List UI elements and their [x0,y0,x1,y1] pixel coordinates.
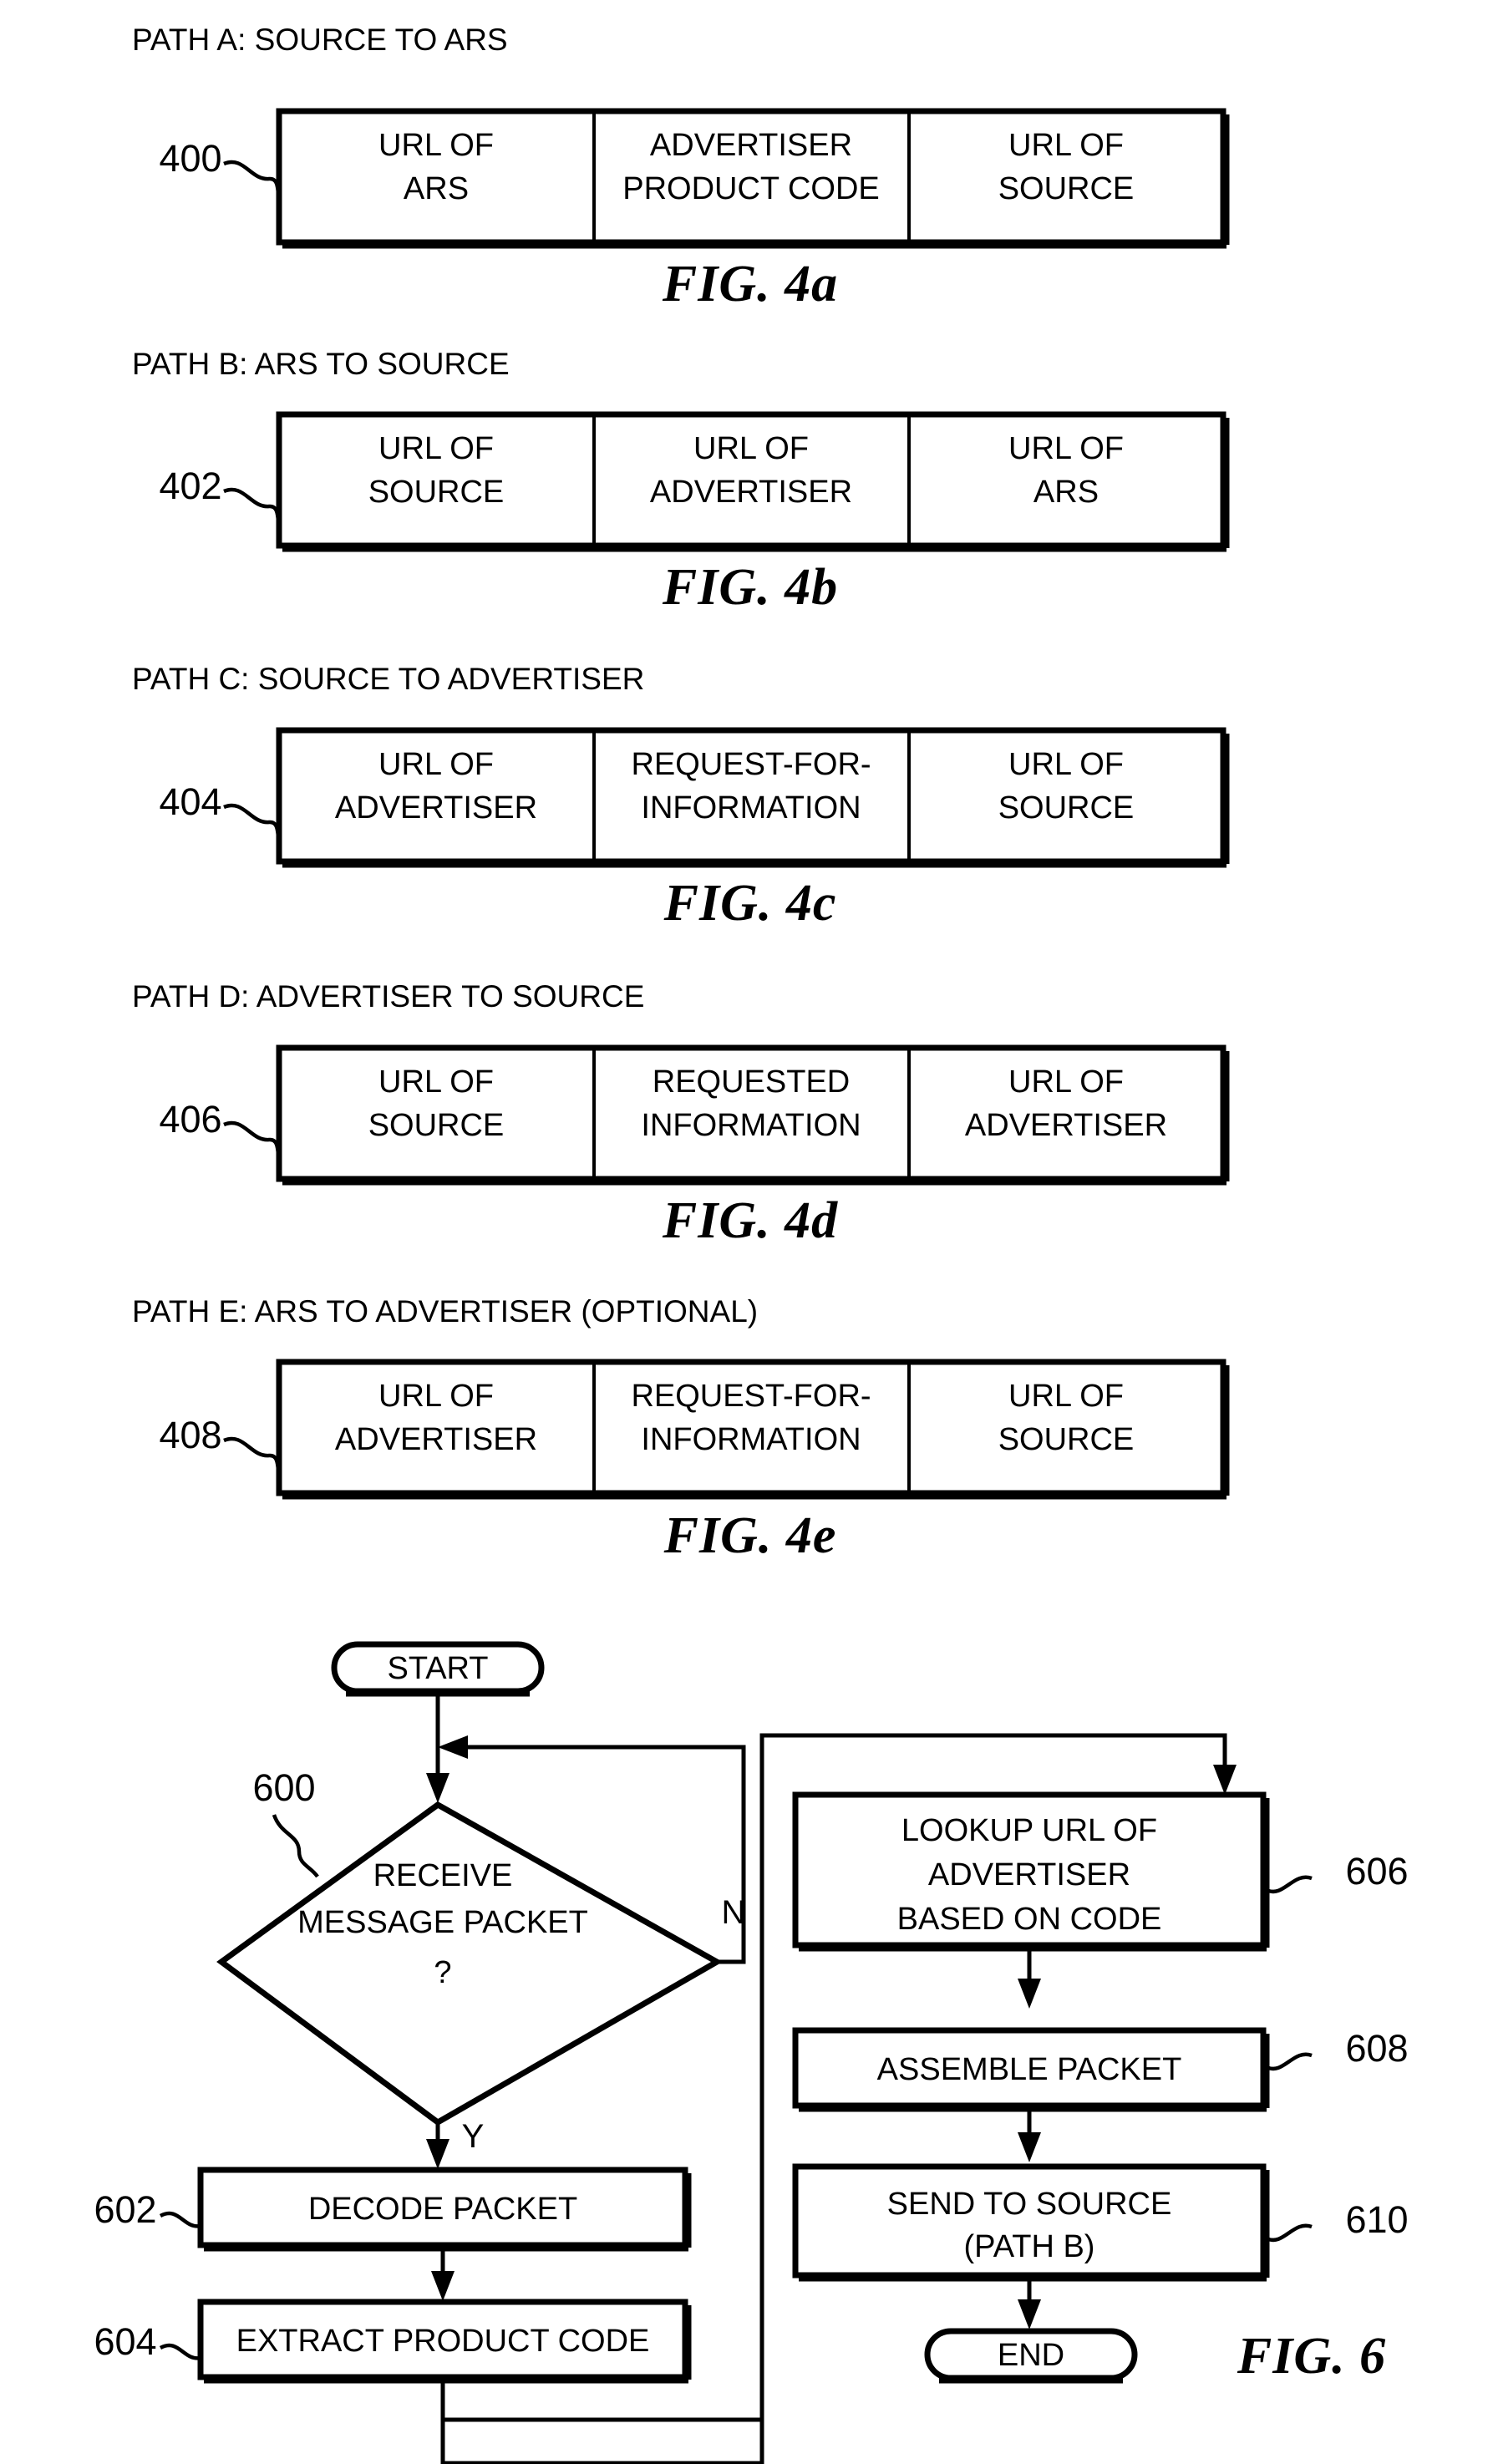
fig-4e-cell-2-line-1: REQUEST-FOR- [631,1379,871,1414]
fig-4a-cell-1-line-1: URL OF [378,128,494,163]
flow-arrowhead-into-decision [426,1773,449,1803]
fig-4b-cell-3-line-2: ARS [1033,475,1099,510]
flow-step-lookup-reference-numeral: 606 [1345,1850,1408,1892]
fig-4a-cell-2-line-1: ADVERTISER [650,128,852,163]
fig-4b-caption: FIG. 4b [662,559,838,616]
figure-4e: PATH E: ARS TO ADVERTISER (OPTIONAL) 408… [132,1294,1230,1564]
fig-6-caption: FIG. 6 [1237,2328,1386,2385]
flow-yes-label: Y [462,2118,485,2155]
flow-step-lookup-line-1: LOOKUP URL OF [901,1813,1157,1848]
fig-4c-cell-3-line-2: SOURCE [998,790,1135,826]
flow-decision-line-2: MESSAGE PACKET [297,1905,588,1940]
flow-arrowhead-into-assemble [1018,1979,1041,2009]
fig-4e-cell-2-line-2: INFORMATION [641,1422,861,1457]
flow-arrowhead-into-extract [431,2271,455,2301]
fig-4b-cell-3-line-1: URL OF [1008,431,1124,466]
flow-decision-diamond [216,1801,724,2126]
flow-step-decode-leader-line [159,2211,201,2228]
fig-4d-heading: PATH D: ADVERTISER TO SOURCE [132,979,644,1014]
fig-4a-caption: FIG. 4a [662,256,838,312]
fig-4d-cell-3-line-1: URL OF [1008,1064,1124,1100]
fig-4e-cell-3-line-2: SOURCE [998,1422,1135,1457]
flow-decision-line-3: ? [434,1955,451,1990]
fig-4e-caption: FIG. 4e [663,1507,837,1564]
fig-4d-leader-line [223,1120,282,1162]
flow-step-send-leader-line [1265,2223,1313,2243]
fig-4a-reference-numeral: 400 [159,137,221,180]
flow-step-send-reference-numeral: 610 [1345,2198,1408,2241]
fig-4a-cell-3-line-2: SOURCE [998,171,1135,206]
drawing-canvas: PATH A: SOURCE TO ARS 400 URL OF ARS ADV… [94,23,1409,2464]
flow-arrowhead-into-end [1018,2299,1041,2329]
flow-decision-line-1: RECEIVE [373,1858,513,1893]
flow-step-extract-reference-numeral: 604 [94,2320,156,2363]
flow-step-extract-label: EXTRACT PRODUCT CODE [236,2324,650,2359]
fig-4d-reference-numeral: 406 [159,1098,221,1141]
patent-drawing-sheet: PATH A: SOURCE TO ARS 400 URL OF ARS ADV… [0,0,1488,2464]
flow-step-lookup-leader-line [1265,1875,1313,1894]
fig-4c-heading: PATH C: SOURCE TO ADVERTISER [132,662,644,696]
flow-step-send-line-2: (PATH B) [964,2229,1095,2264]
fig-4e-leader-line [223,1436,282,1478]
fig-4b-cell-1-line-1: URL OF [378,431,494,466]
fig-4e-reference-numeral: 408 [159,1414,221,1456]
flow-arrowhead-into-lookup [1213,1765,1237,1795]
fig-4a-cell-1-line-2: ARS [404,171,469,206]
flow-step-lookup-line-3: BASED ON CODE [897,1902,1162,1937]
fig-4e-cell-1-line-2: ADVERTISER [335,1422,537,1457]
flow-step-assemble-reference-numeral: 608 [1345,2027,1408,2070]
fig-4b-heading: PATH B: ARS TO SOURCE [132,347,510,381]
fig-4d-cell-1-line-2: SOURCE [368,1108,505,1143]
fig-4c-cell-2-line-1: REQUEST-FOR- [631,747,871,782]
flow-step-extract-leader-line [159,2343,201,2360]
fig-4c-cell-2-line-2: INFORMATION [641,790,861,826]
flow-decision-leader-line [272,1814,319,1878]
fig-4e-cell-1-line-1: URL OF [378,1379,494,1414]
figure-6-flowchart: START RECEIVE MESSAGE PACKET ? 600 N Y D… [94,1641,1409,2464]
fig-4c-reference-numeral: 404 [159,780,221,823]
fig-4c-cell-1-line-1: URL OF [378,747,494,782]
flow-step-lookup-line-2: ADVERTISER [928,1857,1130,1892]
fig-4b-cell-2-line-2: ADVERTISER [650,475,852,510]
flow-step-send-line-1: SEND TO SOURCE [887,2187,1172,2222]
fig-4d-cell-3-line-2: ADVERTISER [965,1108,1167,1143]
fig-4c-cell-1-line-2: ADVERTISER [335,790,537,826]
fig-4a-heading: PATH A: SOURCE TO ARS [132,23,508,57]
flow-arrowhead-into-decode [426,2139,449,2169]
figure-4a: PATH A: SOURCE TO ARS 400 URL OF ARS ADV… [132,23,1230,312]
flow-no-label: N [722,1894,746,1931]
fig-4c-caption: FIG. 4c [663,875,837,932]
fig-4a-cell-2-line-2: PRODUCT CODE [622,171,880,206]
fig-4c-leader-line [223,803,282,845]
fig-4c-cell-3-line-1: URL OF [1008,747,1124,782]
fig-4b-leader-line [223,487,282,529]
figure-4c: PATH C: SOURCE TO ADVERTISER 404 URL OF … [132,662,1230,932]
figure-4b: PATH B: ARS TO SOURCE 402 URL OF SOURCE … [132,347,1230,616]
fig-4d-cell-2-line-1: REQUESTED [653,1064,850,1100]
fig-4a-cell-3-line-1: URL OF [1008,128,1124,163]
fig-4b-reference-numeral: 402 [159,465,221,507]
fig-4d-cell-2-line-2: INFORMATION [641,1108,861,1143]
flow-decision-reference-numeral: 600 [252,1766,315,1809]
flow-arrowhead-into-send [1018,2132,1041,2162]
flow-step-assemble-label: ASSEMBLE PACKET [877,2052,1182,2087]
flow-step-decode-reference-numeral: 602 [94,2188,156,2231]
fig-4e-heading: PATH E: ARS TO ADVERTISER (OPTIONAL) [132,1294,758,1329]
figure-4d: PATH D: ADVERTISER TO SOURCE 406 URL OF … [132,979,1230,1249]
flow-end-label: END [998,2338,1064,2373]
fig-4b-cell-2-line-1: URL OF [693,431,809,466]
fig-4a-leader-line [223,160,282,201]
fig-4e-cell-3-line-1: URL OF [1008,1379,1124,1414]
fig-4b-cell-1-line-2: SOURCE [368,475,505,510]
flow-start-label: START [387,1651,488,1686]
fig-4d-cell-1-line-1: URL OF [378,1064,494,1100]
flow-step-decode-label: DECODE PACKET [308,2192,577,2227]
flow-step-assemble-leader-line [1265,2052,1313,2071]
fig-4d-caption: FIG. 4d [662,1192,838,1249]
